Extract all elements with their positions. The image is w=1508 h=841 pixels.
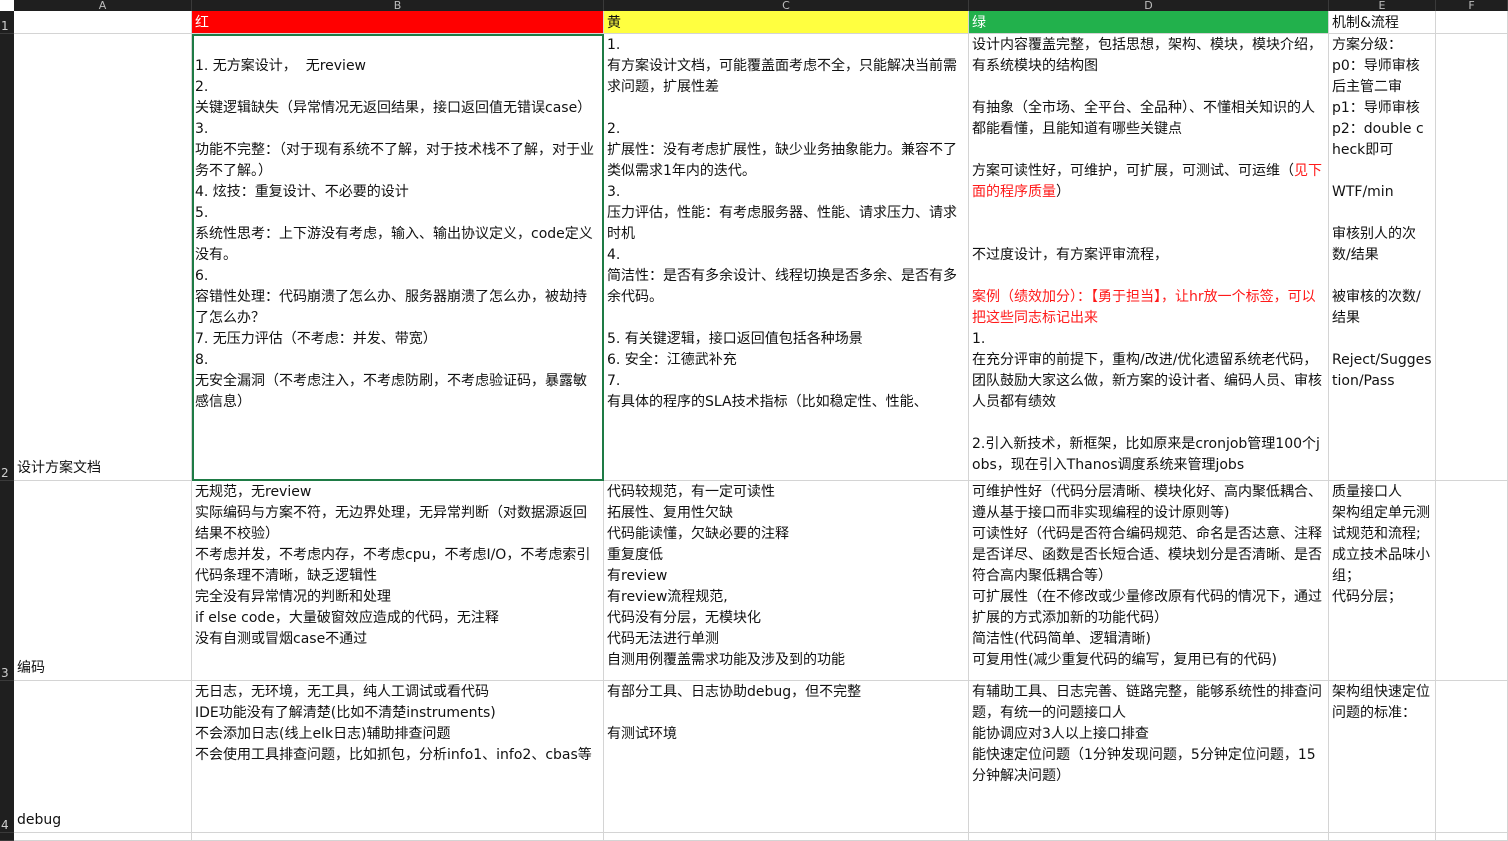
cell-b4-debug-red[interactable]: 无日志，无环境，无工具，纯人工调试或看代码 IDE功能没有了解清楚(比如不清楚i… [192,681,604,833]
row-number-4: 4 [1,818,9,832]
row-number-3: 3 [1,666,9,680]
column-header-f[interactable]: F [1436,0,1508,11]
debug-green-text: 有辅助工具、日志完善、链路完整，能够系统性的排查问题，有统一的问题接口人 能协调… [972,684,1322,784]
cell-c1-yellow-header[interactable]: 黄 [604,11,969,34]
coding-mechanism-text: 质量接口人 架构组定单元测试规范和流程; 成立技术品味小组； 代码分层； [1332,484,1430,605]
design-mechanism-text: 方案分级： p0：导师审核后主管二审 p1：导师审核 p2：double che… [1332,37,1432,389]
row-header-1[interactable]: 1 [0,11,14,34]
cell-d2-design-green[interactable]: 设计内容覆盖完整，包括思想，架构、模块，模块介绍，有系统模块的结构图 有抽象（全… [969,34,1329,481]
cell-b5[interactable] [192,833,604,841]
cell-e1-mechanism-header[interactable]: 机制&流程 [1329,11,1436,34]
row-label-debug: debug [17,812,62,828]
row-number-2: 2 [1,466,9,480]
performance-bonus-case: 案例（绩效加分）：【勇于担当】，让hr放一个标签，可以把这些同志标记出来 [972,289,1316,326]
design-green-part-1: 设计内容覆盖完整，包括思想，架构、模块，模块介绍，有系统模块的结构图 有抽象（全… [972,37,1322,179]
cell-e2-design-mechanism[interactable]: 方案分级： p0：导师审核后主管二审 p1：导师审核 p2：double che… [1329,34,1436,481]
row-header-5[interactable] [0,833,14,841]
cell-a2-row-label[interactable]: 设计方案文档 [14,34,192,481]
row-header-2[interactable]: 2 [0,34,14,481]
row-number-1: 1 [1,19,9,33]
cell-f3[interactable] [1436,481,1508,681]
design-green-text: 设计内容覆盖完整，包括思想，架构、模块，模块介绍，有系统模块的结构图 有抽象（全… [972,35,1325,476]
coding-red-text: 无规范，无review 实际编码与方案不符，无边界处理，无异常判断（对数据源返回… [195,484,591,647]
debug-yellow-text: 有部分工具、日志协助debug，但不完整 有测试环境 [607,684,862,742]
debug-red-text: 无日志，无环境，无工具，纯人工调试或看代码 IDE功能没有了解清楚(比如不清楚i… [195,684,592,763]
cell-d3-coding-green[interactable]: 可维护性好（代码分层清晰、模块化好、高内聚低耦合、遵从基于接口而非实现编程的设计… [969,481,1329,681]
design-yellow-text: 1. 有方案设计文档，可能覆盖面考虑不全，只能解决当前需求问题，扩展性差 2. … [607,37,957,410]
cell-b1-red-header[interactable]: 红 [192,11,604,34]
cell-f4[interactable] [1436,681,1508,833]
cell-a4-row-label[interactable]: debug [14,681,192,833]
cell-c3-coding-yellow[interactable]: 代码较规范，有一定可读性 拓展性、复用性欠缺 代码能读懂，欠缺必要的注释 重复度… [604,481,969,681]
cell-a5[interactable] [14,833,192,841]
red-header-label: 红 [195,15,209,31]
row-label-design-doc: 设计方案文档 [17,460,101,476]
cell-a3-row-label[interactable]: 编码 [14,481,192,681]
row-label-coding: 编码 [17,660,45,676]
cell-e4-debug-mechanism[interactable]: 架构组快速定位问题的标准： [1329,681,1436,833]
column-header-d[interactable]: D [969,0,1329,11]
column-header-c[interactable]: C [604,0,969,11]
cell-f1[interactable] [1436,11,1508,34]
cell-c5[interactable] [604,833,969,841]
column-header-e[interactable]: E [1329,0,1436,11]
green-header-label: 绿 [972,15,986,31]
design-green-part-3: 1. 在充分评审的前提下，重构/改进/优化遗留系统老代码，团队鼓励大家这么做，新… [972,331,1322,473]
mechanism-header-label: 机制&流程 [1332,15,1399,31]
design-red-text: 1. 无方案设计， 无review 2. 关键逻辑缺失（异常情况无返回结果，接口… [195,58,594,410]
coding-green-text: 可维护性好（代码分层清晰、模块化好、高内聚低耦合、遵从基于接口而非实现编程的设计… [972,484,1322,668]
cell-c4-debug-yellow[interactable]: 有部分工具、日志协助debug，但不完整 有测试环境 [604,681,969,833]
cell-f2[interactable] [1436,34,1508,481]
cell-d1-green-header[interactable]: 绿 [969,11,1329,34]
column-header-a[interactable]: A [14,0,192,11]
yellow-header-label: 黄 [607,15,621,31]
cell-f5[interactable] [1436,833,1508,841]
cell-b3-coding-red[interactable]: 无规范，无review 实际编码与方案不符，无边界处理，无异常判断（对数据源返回… [192,481,604,681]
cell-d5[interactable] [969,833,1329,841]
cell-c2-design-yellow[interactable]: 1. 有方案设计文档，可能覆盖面考虑不全，只能解决当前需求问题，扩展性差 2. … [604,34,969,481]
cell-e3-coding-mechanism[interactable]: 质量接口人 架构组定单元测试规范和流程; 成立技术品味小组； 代码分层； [1329,481,1436,681]
row-header-3[interactable]: 3 [0,481,14,681]
cell-e5[interactable] [1329,833,1436,841]
row-header-4[interactable]: 4 [0,681,14,833]
cell-d4-debug-green[interactable]: 有辅助工具、日志完善、链路完整，能够系统性的排查问题，有统一的问题接口人 能协调… [969,681,1329,833]
cell-a1[interactable] [14,11,192,34]
column-header-b[interactable]: B [192,0,604,11]
cell-b2-design-red[interactable]: 1. 无方案设计， 无review 2. 关键逻辑缺失（异常情况无返回结果，接口… [192,34,604,481]
debug-mechanism-text: 架构组快速定位问题的标准： [1332,684,1430,721]
coding-yellow-text: 代码较规范，有一定可读性 拓展性、复用性欠缺 代码能读懂，欠缺必要的注释 重复度… [607,484,845,668]
